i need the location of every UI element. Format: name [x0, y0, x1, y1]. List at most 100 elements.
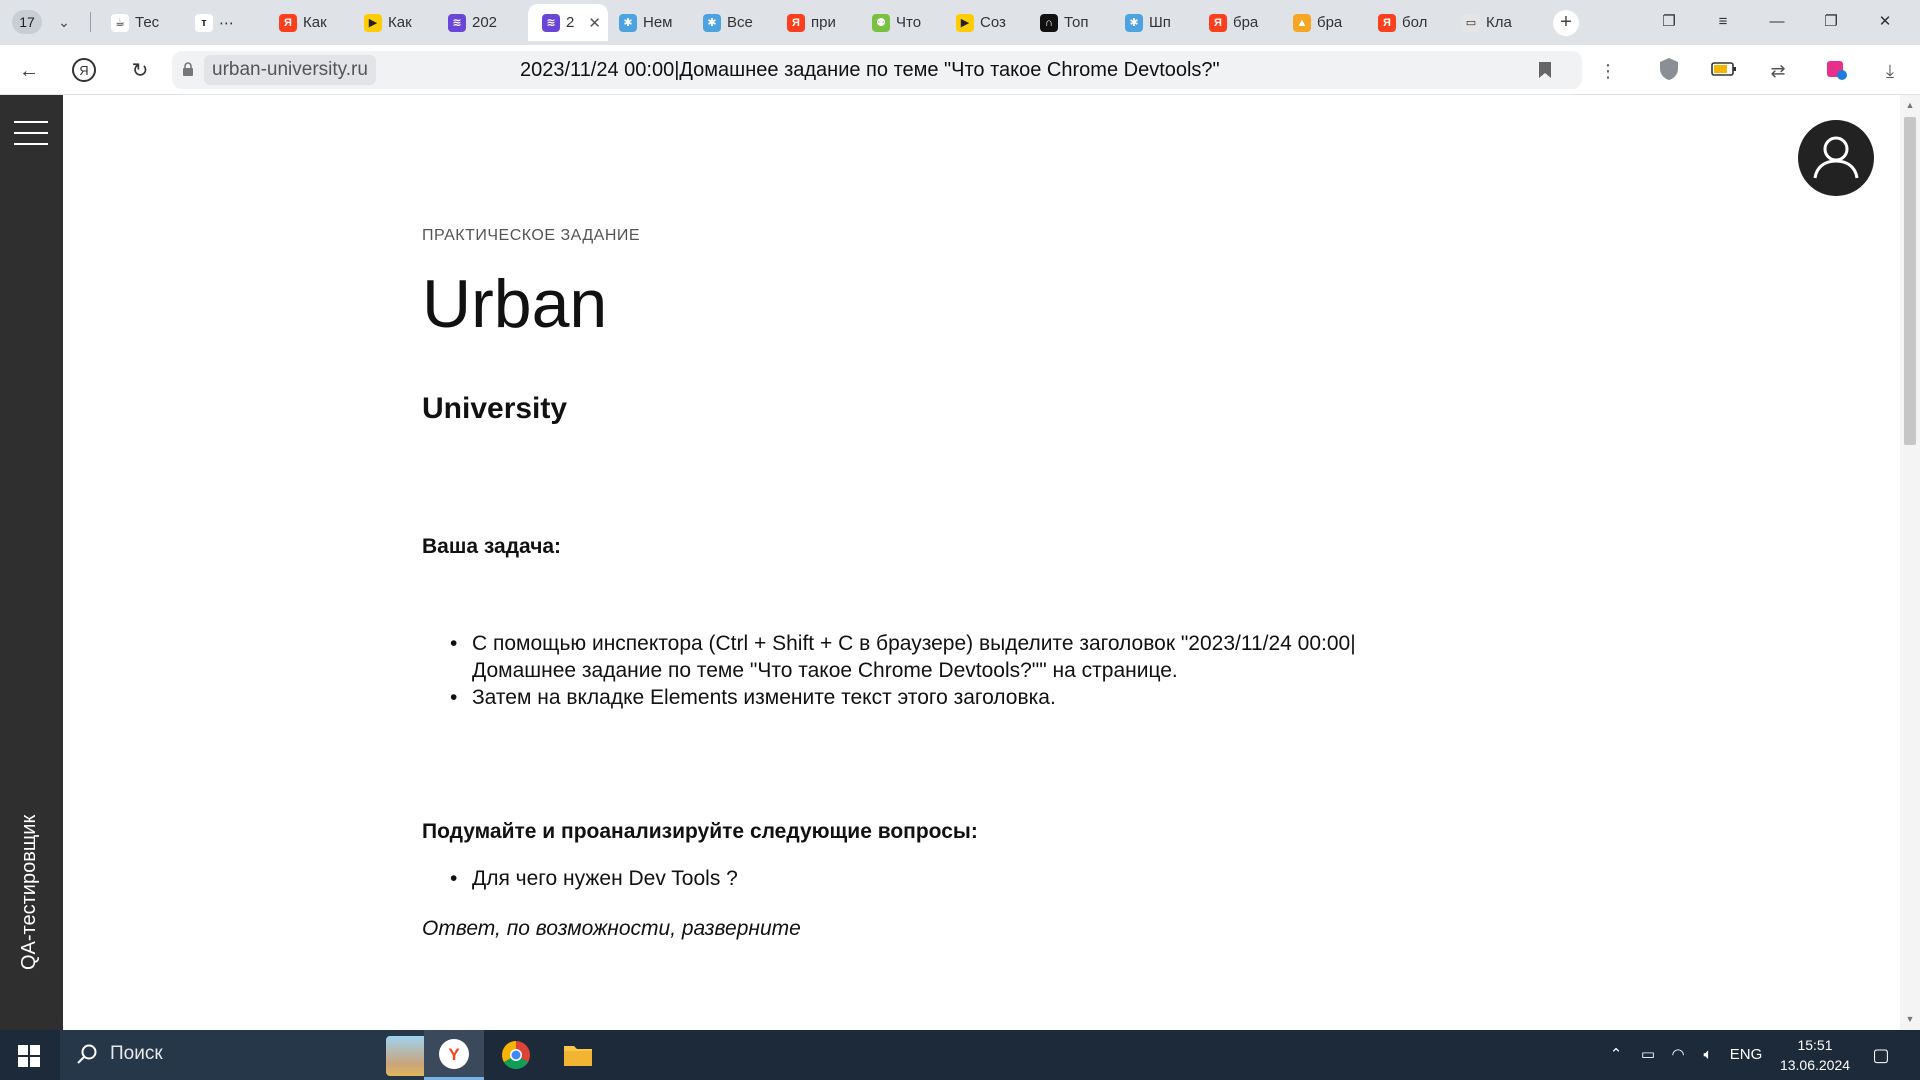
tab-label: 202: [472, 14, 498, 31]
download-icon[interactable]: ⤓: [1876, 57, 1904, 85]
browser-tab[interactable]: Япри: [773, 4, 857, 41]
tab-label: Все: [727, 14, 753, 31]
url-domain[interactable]: urban-university.ru: [204, 55, 376, 85]
restore-icon[interactable]: ❐: [1816, 10, 1846, 34]
browser-tab[interactable]: ✱ Нем: [605, 4, 689, 41]
search-icon: [77, 1044, 97, 1064]
back-arrow-icon[interactable]: ←: [15, 57, 43, 85]
taskbar-chrome[interactable]: [486, 1030, 546, 1080]
windows-start-icon[interactable]: [18, 1045, 40, 1067]
tab-count-badge[interactable]: 17: [12, 10, 42, 34]
collections-icon[interactable]: ❐: [1654, 10, 1684, 34]
scroll-up-arrow-icon[interactable]: ▲: [1904, 99, 1916, 111]
lock-icon: [183, 62, 193, 76]
tab-label: при: [811, 14, 836, 31]
page-title-in-omnibox: 2023/11/24 00:00|Домашнее задание по тем…: [520, 59, 1220, 81]
taskbar-search[interactable]: Поиск: [60, 1030, 472, 1080]
folder-icon: [564, 1046, 592, 1066]
chevron-down-icon[interactable]: ⌄: [52, 12, 76, 32]
extension-icon[interactable]: [1822, 57, 1850, 85]
new-tab-button[interactable]: +: [1553, 10, 1579, 36]
tab-label: бра: [1233, 14, 1259, 31]
tab-label: Что: [896, 14, 922, 31]
tab-label: Топ: [1064, 14, 1089, 31]
browser-tab[interactable]: ▶ Соз: [942, 4, 1026, 41]
course-sidebar: QA-тестировщик: [0, 95, 63, 1030]
browser-tab[interactable]: ✱ Все: [689, 4, 773, 41]
clock-time: 15:51: [1797, 1037, 1833, 1053]
browser-tab[interactable]: Ябол: [1364, 4, 1448, 41]
volume-icon[interactable]: 🔈︎: [1696, 1044, 1720, 1066]
scroll-down-arrow-icon[interactable]: ▼: [1904, 1013, 1916, 1025]
close-tab-icon[interactable]: ✕: [588, 14, 601, 32]
tab-favicon-icon: Я: [787, 13, 805, 32]
reload-icon[interactable]: ↻: [126, 57, 154, 85]
svg-text:Y: Y: [448, 1045, 460, 1064]
close-window-icon[interactable]: ✕: [1870, 10, 1900, 34]
protect-shield-icon[interactable]: [1655, 57, 1683, 85]
answer-note: Ответ, по возможности, разверните: [422, 917, 801, 940]
tab-label: ⋯: [219, 14, 234, 32]
tab-favicon-icon: ▲: [1293, 13, 1311, 32]
browser-tab[interactable]: ▶ Как: [350, 4, 434, 41]
chrome-icon: [502, 1041, 530, 1069]
question-list: Для чего нужен Dev Tools ?: [450, 867, 738, 891]
svg-text:Я: Я: [79, 63, 88, 78]
page-scrollbar[interactable]: ▲ ▼: [1900, 95, 1920, 1030]
browser-tab-bar: 17 ⌄ ☕ Тес т ⋯ Я Как ▶ Как ≋ 202 ≋ 2 ✕ ✱ Нем ✱ Все Япри ⚉ Ч…: [0, 0, 1920, 45]
tab-favicon-icon: Я: [1209, 13, 1227, 32]
url-field[interactable]: urban-university.ru 2023/11/24 00:00|Дом…: [172, 51, 1582, 89]
address-bar-row: ← Я ↻ urban-university.ru 2023/11/24 00:…: [0, 45, 1920, 95]
notifications-icon[interactable]: ▢: [1866, 1044, 1896, 1066]
user-profile-button[interactable]: [1798, 120, 1874, 196]
scrollbar-thumb[interactable]: [1904, 117, 1916, 445]
yandex-home-icon[interactable]: Я: [70, 57, 98, 85]
taskbar-yandex-browser[interactable]: Y: [424, 1030, 484, 1080]
section-kicker: ПРАКТИЧЕСКОЕ ЗАДАНИЕ: [422, 227, 641, 244]
show-hidden-icons-icon[interactable]: ⌃: [1606, 1044, 1626, 1066]
tab-favicon-icon: ▶: [956, 13, 974, 32]
user-icon: [1813, 136, 1859, 179]
browser-tab[interactable]: ✱ Шп: [1111, 4, 1195, 41]
task-item: С помощью инспектора (Ctrl + Shift + C в…: [450, 630, 1392, 684]
tab-label: Нем: [643, 14, 673, 31]
battery-icon[interactable]: ▭: [1636, 1044, 1660, 1066]
more-options-icon[interactable]: ⋮: [1594, 57, 1622, 85]
minimize-icon[interactable]: —: [1762, 10, 1792, 34]
tab-label: Как: [388, 14, 412, 31]
tab-label: бра: [1317, 14, 1343, 31]
hamburger-menu-icon[interactable]: [14, 121, 48, 145]
browser-tab[interactable]: ▭ Кла: [1448, 4, 1532, 41]
tab-label: Шп: [1149, 14, 1171, 31]
system-clock[interactable]: 15:51 13.06.2024: [1770, 1035, 1860, 1075]
battery-saver-icon[interactable]: [1710, 57, 1738, 85]
tab-favicon-icon: Я: [1378, 13, 1396, 32]
browser-tab[interactable]: ⚉ Что: [858, 4, 942, 41]
browser-menu-icon[interactable]: ≡: [1708, 10, 1738, 34]
browser-tab[interactable]: ≋ 2 ✕: [528, 4, 608, 41]
tab-favicon-icon: ▶: [364, 13, 382, 32]
browser-tab[interactable]: ☕ Тес: [97, 4, 181, 41]
clock-date: 13.06.2024: [1779, 1057, 1851, 1073]
browser-tab[interactable]: ▲ бра: [1279, 4, 1363, 41]
translate-icon[interactable]: ⇄: [1764, 57, 1792, 85]
tab-favicon-icon: ⚉: [872, 13, 890, 32]
tab-favicon-icon: ✱: [619, 13, 637, 32]
taskbar-file-explorer[interactable]: [548, 1030, 608, 1080]
tab-favicon-icon: т: [195, 13, 213, 32]
browser-tab[interactable]: ≋ 202: [434, 4, 526, 41]
search-placeholder: Поиск: [110, 1043, 163, 1064]
browser-tab[interactable]: ∩ Топ: [1026, 4, 1110, 41]
page-title: Urban: [422, 266, 608, 342]
tab-favicon-icon: ≋: [542, 13, 560, 32]
sidebar-course-label[interactable]: QA-тестировщик: [18, 770, 41, 970]
browser-tab[interactable]: Ябра: [1195, 4, 1279, 41]
tab-label: Кла: [1486, 14, 1512, 31]
wifi-icon[interactable]: ◠: [1666, 1044, 1690, 1066]
tab-favicon-icon: ☕: [111, 13, 129, 32]
browser-tab[interactable]: т ⋯: [181, 4, 265, 41]
language-indicator[interactable]: ENG: [1728, 1044, 1764, 1066]
bookmark-icon[interactable]: [1538, 61, 1552, 79]
browser-tab[interactable]: Я Как: [265, 4, 349, 41]
task-list: С помощью инспектора (Ctrl + Shift + C в…: [450, 630, 1392, 711]
